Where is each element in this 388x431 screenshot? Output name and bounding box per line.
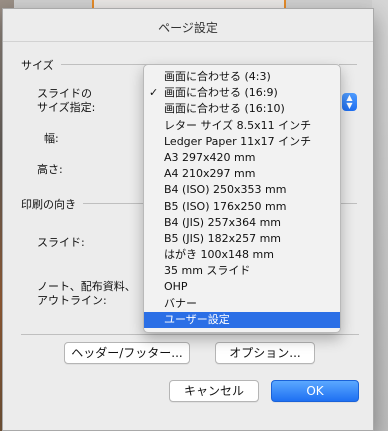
orientation-section-line <box>83 203 149 204</box>
menu-item-label: はがき 100x148 mm <box>164 248 274 262</box>
menu-item[interactable]: はがき 100x148 mm <box>144 247 340 263</box>
menu-item-label: ユーザー設定 <box>164 312 230 326</box>
slide-orientation-label: スライド: <box>37 236 85 249</box>
menu-item-label: B4 (ISO) 250x353 mm <box>164 183 287 197</box>
menu-item[interactable]: 画面に合わせる (16:10) <box>144 101 340 117</box>
orientation-section-label: 印刷の向き <box>21 198 76 211</box>
dialog-title: ページ設定 <box>158 21 218 35</box>
title-separator <box>3 41 373 42</box>
menu-item-label: 画面に合わせる (16:9) <box>164 86 278 100</box>
menu-item-label: バナー <box>164 296 197 310</box>
menu-item[interactable]: 35 mm スライド <box>144 263 340 279</box>
height-label: 高さ: <box>37 163 63 176</box>
menu-item[interactable]: B5 (ISO) 176x250 mm <box>144 199 340 215</box>
orientation-section-line-right <box>339 203 357 204</box>
slide-size-label: スライドの サイズ指定: <box>37 87 96 114</box>
menu-item[interactable]: Ledger Paper 11x17 インチ <box>144 134 340 150</box>
menu-item-label: Ledger Paper 11x17 インチ <box>164 134 312 148</box>
menu-item[interactable]: B4 (JIS) 257x364 mm <box>144 215 340 231</box>
menu-item[interactable]: A3 297x420 mm <box>144 150 340 166</box>
size-section-label: サイズ <box>21 59 54 72</box>
menu-item-label: 画面に合わせる (16:10) <box>164 102 285 116</box>
menu-item[interactable]: A4 210x297 mm <box>144 166 340 182</box>
menu-item[interactable]: B5 (JIS) 182x257 mm <box>144 231 340 247</box>
menu-item-label: 画面に合わせる (4:3) <box>164 70 271 83</box>
menu-item-label: OHP <box>164 280 188 294</box>
buttons-divider <box>21 334 359 335</box>
updown-chevrons-icon: ▲ ▼ <box>346 93 353 110</box>
menu-item-label: B4 (JIS) 257x364 mm <box>164 215 282 229</box>
slide-size-popup-stepper[interactable]: ▲ ▼ <box>342 93 357 111</box>
menu-item-label: B5 (ISO) 176x250 mm <box>164 199 287 213</box>
background-window-edge <box>372 0 388 431</box>
size-section-line-right <box>339 64 357 65</box>
header-footer-button[interactable]: ヘッダー/フッター... <box>64 342 190 364</box>
menu-item[interactable]: ✓ 画面に合わせる (16:9) <box>144 85 340 101</box>
menu-item-label: B5 (JIS) 182x257 mm <box>164 231 282 245</box>
menu-item[interactable]: レター サイズ 8.5x11 インチ <box>144 118 340 134</box>
slide-size-dropdown-menu[interactable]: 画面に合わせる (4:3) ✓ 画面に合わせる (16:9) 画面に合わせる (16:… <box>143 64 341 333</box>
menu-item-label: A4 210x297 mm <box>164 167 256 181</box>
checkmark-icon: ✓ <box>149 86 159 100</box>
size-section-line <box>61 64 149 65</box>
cancel-button[interactable]: キャンセル <box>169 380 259 402</box>
menu-item[interactable]: OHP <box>144 279 340 295</box>
ok-button[interactable]: OK <box>271 380 359 402</box>
menu-item-label: 35 mm スライド <box>164 264 251 278</box>
menu-item-label: A3 297x420 mm <box>164 150 256 164</box>
width-label: 幅: <box>44 132 59 145</box>
menu-item[interactable]: ユーザー設定 <box>144 311 340 328</box>
menu-item[interactable]: B4 (ISO) 250x353 mm <box>144 182 340 198</box>
menu-item-label: レター サイズ 8.5x11 インチ <box>164 118 312 132</box>
notes-orientation-label: ノート、配布資料、 アウトライン: <box>37 280 136 307</box>
menu-item[interactable]: バナー <box>144 296 340 312</box>
menu-item[interactable]: 画面に合わせる (4:3) <box>144 69 340 85</box>
options-button[interactable]: オプション... <box>215 342 315 364</box>
